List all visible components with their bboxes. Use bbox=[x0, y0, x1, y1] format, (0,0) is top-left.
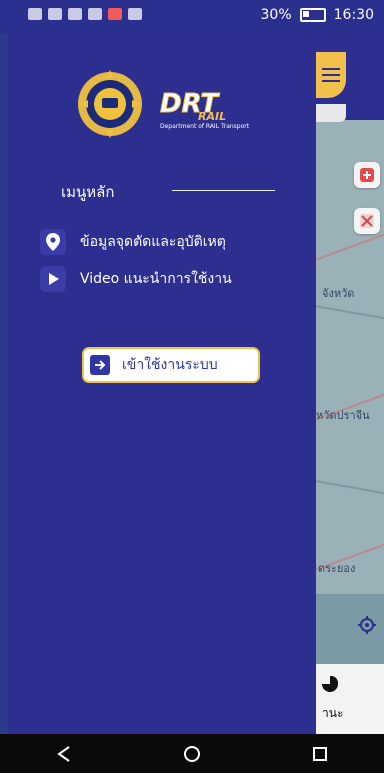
pie-chart-icon bbox=[322, 676, 338, 692]
search-box-edge[interactable] bbox=[316, 104, 346, 122]
battery-percent: 30% bbox=[260, 7, 292, 23]
railroad-crossing-icon bbox=[360, 214, 374, 228]
google-icon bbox=[128, 8, 142, 20]
railway-crossing-layer-button[interactable] bbox=[354, 208, 380, 234]
home-icon bbox=[184, 745, 200, 762]
menu-item-label: ข้อมูลจุดตัดและอุบัติเหตุ bbox=[80, 234, 226, 250]
login-button[interactable]: เข้าใช้งานระบบ bbox=[82, 347, 260, 383]
status-icons-left bbox=[28, 8, 142, 20]
login-label: เข้าใช้งานระบบ bbox=[122, 357, 218, 373]
hamburger-button[interactable] bbox=[316, 52, 346, 98]
locate-me-button[interactable] bbox=[356, 614, 378, 636]
menu-icon bbox=[322, 68, 340, 82]
app-notification-icon bbox=[108, 8, 122, 20]
back-button[interactable] bbox=[53, 743, 75, 765]
logo-area: DRT RAIL Department of RAIL Transport bbox=[64, 68, 294, 146]
recents-button[interactable] bbox=[309, 743, 331, 765]
signal-icon bbox=[48, 8, 62, 20]
login-arrow-icon bbox=[90, 355, 110, 375]
drt-logo: DRT RAIL Department of RAIL Transport bbox=[160, 89, 250, 131]
volte-icon bbox=[28, 8, 42, 20]
svg-text:Department of RAIL Transport: Department of RAIL Transport bbox=[160, 123, 250, 130]
map-label: จังหวัด bbox=[322, 287, 355, 300]
clock: 16:30 bbox=[333, 7, 374, 23]
status-bar: 30% 16:30 bbox=[0, 0, 384, 34]
menu-item-video-guide[interactable]: Video แนะนำการใช้งาน bbox=[40, 265, 232, 293]
bottom-nav-label: านะ bbox=[322, 706, 344, 720]
play-icon bbox=[40, 266, 66, 292]
navigation-drawer: DRT RAIL Department of RAIL Transport เม… bbox=[8, 34, 316, 734]
menu-divider bbox=[172, 190, 275, 191]
menu-item-crossings-accidents[interactable]: ข้อมูลจุดตัดและอุบัติเหตุ bbox=[40, 228, 226, 256]
recents-icon bbox=[313, 746, 327, 761]
location-pin-icon bbox=[40, 229, 66, 255]
menu-item-label: Video แนะนำการใช้งาน bbox=[80, 271, 232, 287]
first-aid-icon bbox=[360, 168, 374, 182]
wifi-icon bbox=[68, 8, 82, 20]
map-label: หวัดปราจีน bbox=[316, 409, 370, 422]
menu-title: เมนูหลัก bbox=[61, 183, 115, 201]
crosshair-icon bbox=[358, 616, 376, 634]
department-seal-logo bbox=[78, 70, 142, 138]
svg-text:RAIL: RAIL bbox=[198, 110, 226, 123]
hospital-layer-button[interactable] bbox=[354, 162, 380, 188]
map-label: ดระยอง bbox=[318, 562, 356, 575]
system-navigation-bar bbox=[0, 734, 384, 773]
status-icons-right: 30% 16:30 bbox=[261, 7, 374, 23]
back-icon bbox=[57, 745, 70, 762]
mail-icon bbox=[88, 8, 102, 20]
map-view[interactable]: จังหวัด หวัดปราจีน ดระยอง านะ bbox=[316, 34, 384, 734]
battery-icon bbox=[299, 8, 326, 22]
bottom-nav: านะ bbox=[316, 664, 384, 734]
home-button[interactable] bbox=[181, 743, 203, 765]
